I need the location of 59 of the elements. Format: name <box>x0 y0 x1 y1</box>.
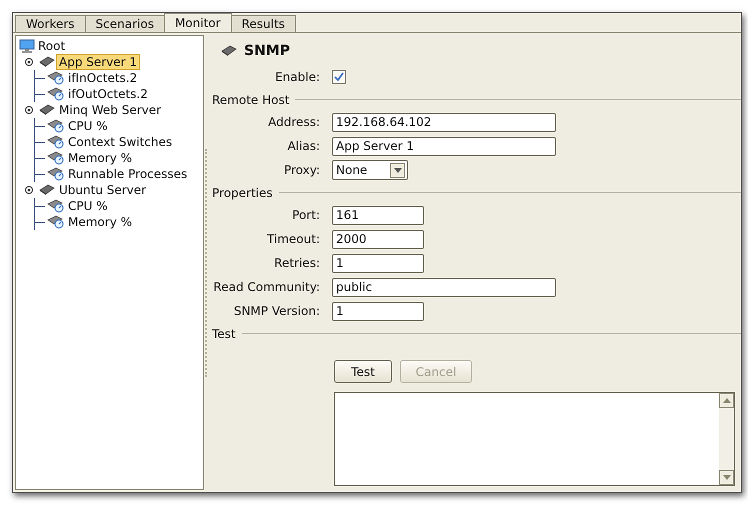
scroll-down-icon[interactable] <box>719 470 734 485</box>
enable-checkbox[interactable] <box>332 70 346 84</box>
field-label: Port: <box>291 208 320 222</box>
text-field[interactable]: App Server 1 <box>332 136 556 156</box>
expand-toggle-icon[interactable] <box>24 57 34 67</box>
scrollbar[interactable] <box>719 393 734 485</box>
text-field[interactable]: 161 <box>332 206 424 224</box>
panel-title: SNMP <box>244 43 290 59</box>
chip-gauge-icon <box>47 119 65 133</box>
chip-icon <box>38 104 56 116</box>
field-label: SNMP Version: <box>232 304 320 318</box>
tree-item[interactable]: ifOutOctets.2 <box>65 86 151 102</box>
proxy-dropdown[interactable]: None <box>332 160 408 180</box>
field-label: Alias: <box>286 139 320 153</box>
tree-item[interactable]: CPU % <box>65 198 111 214</box>
field-label: Read Community: <box>212 280 320 294</box>
tree-item[interactable]: Ubuntu Server <box>56 182 150 198</box>
tree-item[interactable]: Minq Web Server <box>56 102 164 118</box>
chip-icon <box>220 45 238 57</box>
section-title: Test <box>211 326 237 340</box>
field-label: Enable: <box>274 70 320 84</box>
tree-item[interactable]: Root <box>35 38 68 54</box>
expand-toggle-icon[interactable] <box>24 185 34 195</box>
tree-item[interactable]: CPU % <box>65 118 111 134</box>
expand-toggle-icon[interactable] <box>24 105 34 115</box>
text-field[interactable]: 1 <box>332 302 424 320</box>
tree-item[interactable]: Context Switches <box>65 134 176 150</box>
scroll-up-icon[interactable] <box>719 393 734 408</box>
tree-item[interactable]: Runnable Processes <box>65 166 190 182</box>
field-label: Timeout: <box>266 232 320 246</box>
tree-item[interactable]: Memory % <box>65 150 136 166</box>
output-text-area[interactable] <box>334 392 735 486</box>
computer-icon <box>19 38 35 54</box>
text-field[interactable]: 1 <box>332 254 424 272</box>
splitter-handle[interactable] <box>204 148 208 376</box>
tree-item[interactable]: Memory % <box>65 214 136 230</box>
tab[interactable]: Workers <box>15 15 86 32</box>
chip-icon <box>38 56 56 68</box>
field-label: Proxy: <box>282 163 320 177</box>
section-title: Properties <box>211 186 274 200</box>
chip-gauge-icon <box>47 87 65 101</box>
text-field[interactable]: 2000 <box>332 230 424 248</box>
tab[interactable]: Results <box>230 15 296 32</box>
chip-gauge-icon <box>47 167 65 181</box>
tab[interactable]: Scenarios <box>84 15 165 32</box>
chip-gauge-icon <box>47 135 65 149</box>
chip-gauge-icon <box>47 199 65 213</box>
chip-icon <box>38 184 56 196</box>
chip-gauge-icon <box>47 215 65 229</box>
tree-item[interactable]: ifInOctets.2 <box>65 70 140 86</box>
section-title: Remote Host <box>211 92 290 106</box>
action-button[interactable]: Test <box>334 360 392 383</box>
tree-item[interactable]: App Server 1 <box>56 54 140 70</box>
field-label: Retries: <box>273 256 320 270</box>
text-field[interactable]: 192.168.64.102 <box>332 112 556 132</box>
field-label: Address: <box>267 115 320 129</box>
text-field[interactable]: public <box>332 278 556 296</box>
chip-gauge-icon <box>47 71 65 85</box>
chip-gauge-icon <box>47 151 65 165</box>
